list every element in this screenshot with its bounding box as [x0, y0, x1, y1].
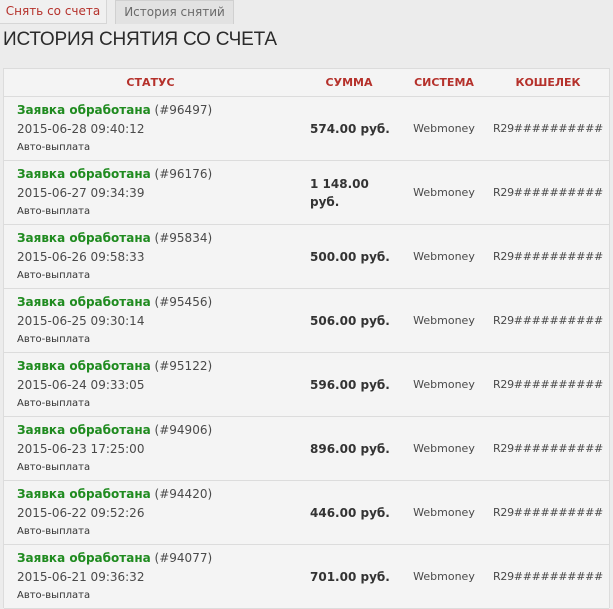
wallet-cell: R29##########: [493, 186, 603, 199]
status-text: Заявка обработана: [17, 551, 151, 565]
request-id: (#95122): [154, 359, 213, 373]
status-text: Заявка обработана: [17, 295, 151, 309]
wallet-cell: R29##########: [493, 442, 603, 455]
system-cell: Webmoney: [413, 378, 475, 391]
table-row: Заявка обработана (#95456) 2015-06-25 09…: [4, 289, 609, 353]
amount-cell: 574.00 руб.: [310, 121, 390, 136]
column-header-wallet: КОШЕЛЕК: [515, 76, 581, 89]
table-row: Заявка обработана (#96176) 2015-06-27 09…: [4, 161, 609, 225]
system-cell: Webmoney: [413, 186, 475, 199]
amount-cell: 596.00 руб.: [310, 377, 390, 392]
table-body: Заявка обработана (#96497) 2015-06-28 09…: [4, 97, 609, 609]
table-row: Заявка обработана (#94077) 2015-06-21 09…: [4, 545, 609, 609]
tab-withdraw[interactable]: Снять со счета: [0, 0, 107, 24]
status-text: Заявка обработана: [17, 487, 151, 501]
amount-cell: 500.00 руб.: [310, 249, 390, 264]
table-row: Заявка обработана (#94420) 2015-06-22 09…: [4, 481, 609, 545]
request-id: (#96497): [154, 103, 213, 117]
request-id: (#96176): [154, 167, 213, 181]
wallet-cell: R29##########: [493, 378, 603, 391]
system-cell: Webmoney: [413, 506, 475, 519]
payout-mode: Авто-выплата: [17, 206, 91, 217]
request-date: 2015-06-26 09:58:33: [17, 250, 145, 264]
request-date: 2015-06-23 17:25:00: [17, 442, 145, 456]
status-text: Заявка обработана: [17, 231, 151, 245]
request-id: (#94906): [154, 423, 213, 437]
request-date: 2015-06-28 09:40:12: [17, 122, 145, 136]
payout-mode: Авто-выплата: [17, 590, 91, 601]
system-cell: Webmoney: [413, 314, 475, 327]
table-row: Заявка обработана (#96497) 2015-06-28 09…: [4, 97, 609, 161]
wallet-cell: R29##########: [493, 250, 603, 263]
table-header: СТАТУС СУММА СИСТЕМА КОШЕЛЕК: [4, 69, 609, 97]
system-cell: Webmoney: [413, 122, 475, 135]
request-id: (#95834): [154, 231, 213, 245]
amount-cell: 506.00 руб.: [310, 313, 390, 328]
page-title: ИСТОРИЯ СНЯТИЯ СО СЧЕТА: [3, 29, 277, 50]
payout-mode: Авто-выплата: [17, 142, 91, 153]
column-header-status: СТАТУС: [126, 76, 175, 89]
request-date: 2015-06-21 09:36:32: [17, 570, 145, 584]
status-text: Заявка обработана: [17, 167, 151, 181]
payout-mode: Авто-выплата: [17, 270, 91, 281]
column-header-system: СИСТЕМА: [414, 76, 474, 89]
table-row: Заявка обработана (#95122) 2015-06-24 09…: [4, 353, 609, 417]
amount-cell: 1 148.00 руб.: [310, 176, 369, 209]
payout-mode: Авто-выплата: [17, 334, 91, 345]
withdrawal-history-table: СТАТУС СУММА СИСТЕМА КОШЕЛЕК Заявка обра…: [3, 68, 610, 609]
request-date: 2015-06-25 09:30:14: [17, 314, 145, 328]
payout-mode: Авто-выплата: [17, 398, 91, 409]
amount-cell: 446.00 руб.: [310, 505, 390, 520]
status-text: Заявка обработана: [17, 103, 151, 117]
status-line: Заявка обработана (#94420): [17, 487, 212, 501]
request-date: 2015-06-27 09:34:39: [17, 186, 145, 200]
payout-mode: Авто-выплата: [17, 462, 91, 473]
status-text: Заявка обработана: [17, 359, 151, 373]
status-line: Заявка обработана (#96497): [17, 103, 212, 117]
request-id: (#94077): [154, 551, 213, 565]
status-line: Заявка обработана (#95834): [17, 231, 212, 245]
wallet-cell: R29##########: [493, 314, 603, 327]
tab-history[interactable]: История снятий: [115, 0, 234, 24]
table-row: Заявка обработана (#95834) 2015-06-26 09…: [4, 225, 609, 289]
system-cell: Webmoney: [413, 250, 475, 263]
system-cell: Webmoney: [413, 442, 475, 455]
status-line: Заявка обработана (#94077): [17, 551, 212, 565]
column-header-sum: СУММА: [325, 76, 373, 89]
payout-mode: Авто-выплата: [17, 526, 91, 537]
status-line: Заявка обработана (#96176): [17, 167, 212, 181]
request-date: 2015-06-22 09:52:26: [17, 506, 145, 520]
status-line: Заявка обработана (#95456): [17, 295, 212, 309]
request-date: 2015-06-24 09:33:05: [17, 378, 145, 392]
tab-bar: Снять со счета История снятий: [0, 0, 613, 24]
request-id: (#95456): [154, 295, 213, 309]
wallet-cell: R29##########: [493, 122, 603, 135]
table-row: Заявка обработана (#94906) 2015-06-23 17…: [4, 417, 609, 481]
request-id: (#94420): [154, 487, 213, 501]
status-line: Заявка обработана (#94906): [17, 423, 212, 437]
status-line: Заявка обработана (#95122): [17, 359, 212, 373]
wallet-cell: R29##########: [493, 506, 603, 519]
amount-cell: 896.00 руб.: [310, 441, 390, 456]
status-text: Заявка обработана: [17, 423, 151, 437]
